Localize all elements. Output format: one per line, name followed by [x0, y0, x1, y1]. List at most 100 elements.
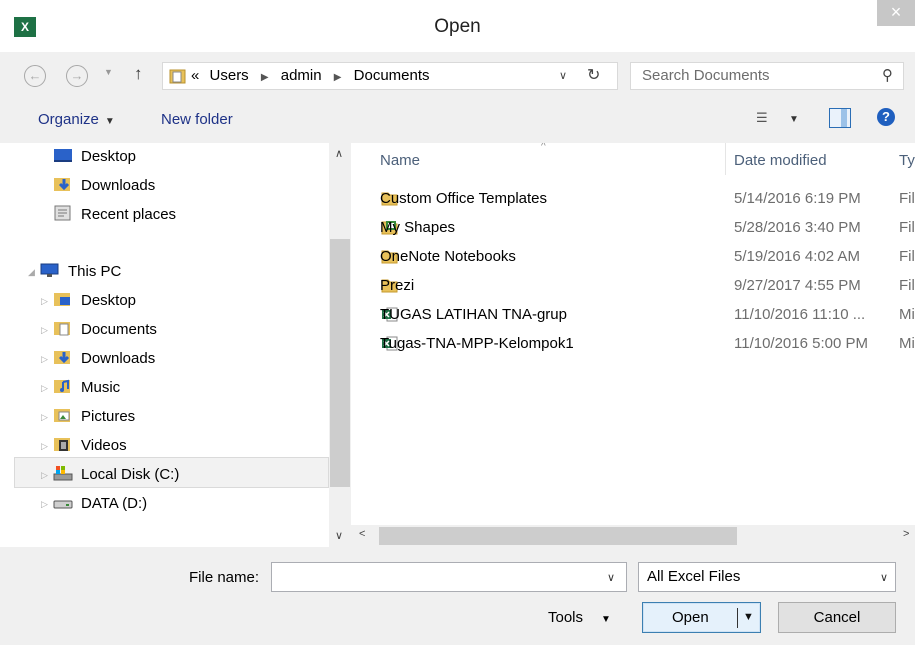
file-row-name[interactable]: OneNote Notebooks — [380, 248, 516, 265]
breadcrumb-documents[interactable]: Documents — [354, 67, 430, 84]
breadcrumb: « Users ▶ admin ▶ Documents — [191, 67, 430, 84]
nav-pc-music[interactable]: Music — [53, 374, 120, 402]
nav-pc-desktop[interactable]: Desktop — [53, 287, 136, 315]
file-row-type: Mi — [899, 306, 915, 323]
drive-c-icon — [53, 466, 73, 481]
nav-favorite-recent-places[interactable]: Recent places — [53, 201, 176, 229]
organize-label: Organize — [38, 111, 99, 128]
expand-arrow-icon[interactable]: ▷ — [41, 296, 48, 307]
documents-location-icon — [169, 69, 186, 84]
nav-pc-pictures[interactable]: Pictures — [53, 403, 135, 431]
tools-label: Tools — [548, 609, 584, 626]
file-row-date: 9/27/2017 4:55 PM — [734, 277, 861, 294]
scroll-up-icon[interactable]: ∧ — [335, 147, 343, 160]
expand-arrow-icon[interactable]: ▷ — [41, 441, 48, 452]
expand-arrow-icon[interactable]: ▷ — [41, 470, 48, 481]
file-name-label: File name: — [189, 569, 260, 586]
breadcrumb-overflow[interactable]: « — [191, 67, 199, 84]
file-row-type: Mi — [899, 335, 915, 352]
command-bar: Organize ▼ New folder ☰ ▼ ? — [0, 97, 915, 143]
search-icon[interactable]: ⚲ — [882, 66, 893, 84]
file-type-value: All Excel Files — [647, 568, 741, 585]
documents-folder-icon — [54, 322, 70, 336]
sort-ascending-icon: ^ — [541, 143, 546, 152]
desktop-icon — [54, 149, 72, 163]
file-row-name[interactable]: Custom Office Templates — [380, 190, 547, 207]
file-name-input[interactable] — [271, 562, 627, 592]
open-dialog: X Open × ← → ▼ ↑ « Users ▶ admin ▶ Docum… — [0, 0, 915, 645]
chevron-down-icon[interactable]: ∨ — [559, 69, 567, 82]
recent-locations-dropdown[interactable]: ▼ — [104, 67, 113, 77]
recent-places-icon — [54, 205, 71, 221]
tools-menu-button[interactable]: Tools ▼ — [548, 609, 611, 626]
nav-pc-downloads[interactable]: Downloads — [53, 345, 155, 373]
column-divider[interactable] — [725, 143, 726, 175]
nav-favorite-desktop[interactable]: Desktop — [53, 143, 136, 171]
expand-arrow-icon[interactable]: ▷ — [41, 325, 48, 336]
breadcrumb-separator-icon[interactable]: ▶ — [334, 72, 342, 83]
cancel-label: Cancel — [813, 609, 861, 626]
cancel-button[interactable]: Cancel — [778, 602, 896, 633]
organize-button[interactable]: Organize ▼ — [38, 111, 115, 128]
split-divider — [737, 608, 738, 628]
expand-arrow-icon[interactable]: ▷ — [41, 354, 48, 365]
music-folder-icon — [54, 379, 70, 394]
open-button[interactable]: Open ▼ — [642, 602, 761, 633]
scroll-right-icon[interactable]: > — [903, 528, 909, 540]
breadcrumb-admin[interactable]: admin — [281, 67, 322, 84]
forward-button[interactable]: → — [66, 65, 88, 87]
address-bar[interactable]: « Users ▶ admin ▶ Documents ∨ ↻ — [162, 62, 618, 90]
scroll-down-icon[interactable]: ∨ — [335, 529, 343, 542]
desktop-folder-icon — [54, 293, 70, 307]
file-list-horizontal-scrollbar[interactable]: < > — [351, 525, 915, 547]
file-row-name[interactable]: Prezi — [380, 277, 414, 294]
file-row-date: 5/28/2016 3:40 PM — [734, 219, 861, 236]
help-icon[interactable]: ? — [877, 108, 895, 126]
close-button[interactable]: × — [877, 0, 915, 26]
breadcrumb-separator-icon[interactable]: ▶ — [261, 72, 269, 83]
this-pc-icon — [40, 263, 59, 278]
nav-pc-local-disk-c[interactable]: Local Disk (C:) — [53, 461, 179, 489]
nav-pc-videos[interactable]: Videos — [53, 432, 127, 460]
file-row-type: Fil — [899, 190, 915, 207]
back-button[interactable]: ← — [24, 65, 46, 87]
view-options-caret-icon[interactable]: ▼ — [789, 114, 799, 125]
dialog-footer: File name: ∨ All Excel Files ∨ Tools ▼ Op… — [0, 547, 915, 645]
nav-favorite-downloads[interactable]: Downloads — [53, 172, 155, 200]
file-row-name[interactable]: My Shapes — [380, 219, 455, 236]
navigation-pane-scrollbar[interactable]: ∧ ∨ — [329, 143, 351, 547]
file-type-select[interactable]: All Excel Files ∨ — [638, 562, 896, 592]
refresh-icon[interactable]: ↻ — [587, 65, 600, 85]
nav-pc-documents[interactable]: Documents — [53, 316, 157, 344]
up-button[interactable]: ↑ — [134, 64, 143, 84]
search-input[interactable]: Search Documents — [642, 67, 770, 84]
breadcrumb-users[interactable]: Users — [210, 67, 249, 84]
nav-pc-data-d[interactable]: DATA (D:) — [53, 490, 147, 518]
navigation-bar: ← → ▼ ↑ « Users ▶ admin ▶ Documents ∨ ↻ … — [0, 52, 915, 97]
expand-arrow-icon[interactable]: ▷ — [41, 383, 48, 394]
expand-this-pc-icon[interactable]: ◢ — [28, 267, 35, 278]
file-row-type: Fil — [899, 277, 915, 294]
search-box[interactable]: Search Documents ⚲ — [630, 62, 904, 90]
open-label: Open — [672, 609, 709, 626]
scrollbar-thumb[interactable] — [330, 239, 350, 487]
downloads-icon — [54, 178, 70, 192]
scroll-left-icon[interactable]: < — [359, 528, 365, 540]
file-name-history-dropdown[interactable]: ∨ — [607, 571, 615, 584]
preview-pane-icon[interactable] — [829, 108, 851, 128]
navigation-pane: Desktop Downloads Recent places ◢ This P… — [0, 143, 351, 547]
file-row-name[interactable]: TUGAS LATIHAN TNA-grup — [380, 306, 567, 323]
expand-arrow-icon[interactable]: ▷ — [41, 412, 48, 423]
open-options-dropdown-icon[interactable]: ▼ — [743, 611, 754, 623]
tools-caret-icon: ▼ — [601, 614, 611, 625]
nav-this-pc[interactable]: This PC — [40, 258, 121, 286]
file-list: Name ^ Date modified Ty Custom Office Te… — [351, 143, 915, 547]
scrollbar-thumb[interactable] — [379, 527, 737, 545]
expand-arrow-icon[interactable]: ▷ — [41, 499, 48, 510]
column-header-date-modified[interactable]: Date modified — [734, 152, 827, 169]
change-view-icon[interactable]: ☰ — [756, 110, 768, 126]
column-header-type[interactable]: Ty — [899, 152, 915, 169]
file-row-name[interactable]: Tugas-TNA-MPP-Kelompok1 — [380, 335, 574, 352]
new-folder-button[interactable]: New folder — [161, 111, 233, 128]
column-header-name[interactable]: Name — [380, 152, 420, 169]
